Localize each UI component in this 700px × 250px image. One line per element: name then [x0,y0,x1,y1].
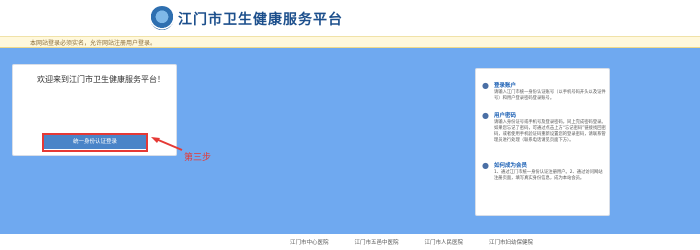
help-body: 请输入身份证号或手机号及登录密码，同上完成密码登录。如果您忘记了密码，可通过点击… [494,120,606,143]
notice-bar: 本网站登录必须实名，允许网站注册用户登录。 [0,36,700,48]
footer-links: 江门市中心医院 江门市五邑中医院 江门市人民医院 江门市妇幼保健院 [290,238,533,246]
footer-link-peoples-hospital[interactable]: 江门市人民医院 [425,238,464,246]
register-icon: ● [482,161,489,170]
help-body: 1、通过江门市统一身份认证注册用户。2、通过访问网站注册页面，填写真实身份信息，… [494,170,603,181]
header: 江门市卫生健康服务平台 [0,0,700,36]
user-help-icon: ● [482,111,489,120]
health-emblem-icon [150,6,174,30]
help-card: ● 登录账户 请输入江门市统一身份认证账号（以手机号码开头以及证件号）和用户登录… [475,68,610,216]
welcome-text: 欢迎来到江门市卫生健康服务平台！ [37,75,165,84]
main-area: 欢迎来到江门市卫生健康服务平台！ 统一身份认证登录 第三步 ● 登录账户 请输入… [0,48,700,234]
footer-link-maternal-child-hospital[interactable]: 江门市妇幼保健院 [489,238,533,246]
notice-text: 本网站登录必须实名，允许网站注册用户登录。 [30,40,157,47]
help-body: 请输入江门市统一身份认证账号（以手机号码开头以及证件号）和用户登录密码登录账号。 [494,90,606,101]
help-title: 登录账户 [494,83,517,89]
pointer-arrow-icon [151,137,183,151]
user-icon: ● [482,81,489,90]
help-title: 如何成为会员 [494,163,528,169]
footer-link-central-hospital[interactable]: 江门市中心医院 [290,238,329,246]
highlight-box [42,133,148,152]
site-title: 江门市卫生健康服务平台 [178,12,343,28]
step-label: 第三步 [184,153,212,163]
help-title: 用户密码 [494,113,517,119]
footer-link-wuyi-tcm-hospital[interactable]: 江门市五邑中医院 [355,238,399,246]
footer: 江门市中心医院 江门市五邑中医院 江门市人民医院 江门市妇幼保健院 [0,234,700,250]
